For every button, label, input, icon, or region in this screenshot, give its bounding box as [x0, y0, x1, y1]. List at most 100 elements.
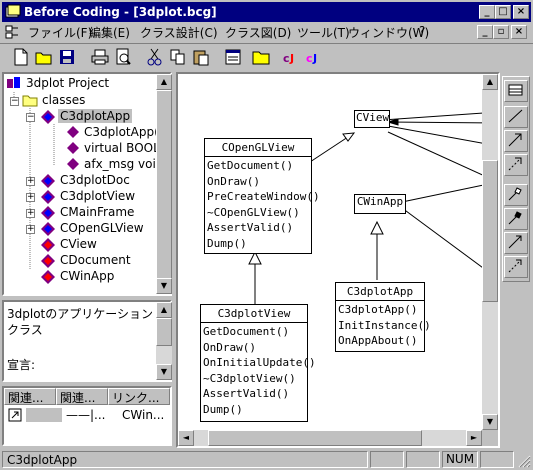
copy-button[interactable]	[167, 46, 189, 68]
uml-class-c3dplotapp[interactable]: C3dplotApp C3dplotApp() InitInstance() O…	[335, 282, 431, 352]
collapse-toggle[interactable]: −	[10, 97, 19, 106]
mdi-minimize-button[interactable]: _	[477, 25, 493, 39]
expand-toggle[interactable]: +	[26, 225, 35, 234]
menu-help[interactable]: ?	[419, 24, 425, 38]
menu-tools[interactable]: ツール(T)	[297, 24, 350, 41]
scroll-thumb[interactable]	[156, 318, 172, 346]
description-panel[interactable]: 3dplotのアプリケーションクラス 宣言: ▲ ▼	[2, 300, 172, 382]
member-icon	[67, 126, 79, 138]
dependency-tool[interactable]	[504, 256, 528, 278]
menu-file[interactable]: ファイル(F)	[28, 24, 92, 41]
svg-text:c: c	[283, 52, 290, 65]
table-row[interactable]: ——|... CWin...	[4, 407, 170, 423]
title-bar[interactable]: Before Coding - [3dplot.bcg] _ □ ×	[2, 2, 531, 22]
scroll-right-button[interactable]: ►	[466, 430, 482, 446]
uml-operation: OnAppAbout()	[338, 334, 418, 347]
uml-class-cwinapp[interactable]: CWinApp	[354, 194, 406, 214]
print-button[interactable]	[89, 46, 111, 68]
menu-window[interactable]: ウィンドウ(W)	[348, 24, 429, 41]
app-icon[interactable]	[5, 4, 21, 20]
navigable-arrow-tool[interactable]	[504, 232, 528, 254]
menu-class-diagram[interactable]: クラス図(D)	[225, 24, 291, 41]
scroll-thumb[interactable]	[208, 430, 422, 446]
line-icon	[508, 109, 523, 123]
maximize-button[interactable]: □	[495, 5, 511, 19]
tree-class-item[interactable]: C3dplotView	[60, 189, 135, 203]
tree-member[interactable]: afx_msg void	[84, 157, 163, 171]
open-button[interactable]	[33, 46, 55, 68]
scroll-thumb[interactable]	[482, 160, 498, 302]
scroll-thumb[interactable]	[156, 90, 172, 280]
uml-operation: Dump()	[207, 236, 247, 250]
scissors-icon	[147, 48, 162, 66]
arrow-tool[interactable]	[504, 130, 528, 152]
scroll-up-button[interactable]: ▲	[156, 74, 172, 90]
tree-class-item[interactable]: COpenGLView	[60, 221, 144, 235]
relations-header-3[interactable]: リンク...	[108, 388, 170, 405]
tree-scrollbar[interactable]: ▲ ▼	[156, 74, 172, 294]
resize-grip-icon[interactable]	[517, 454, 531, 468]
line-tool[interactable]	[504, 106, 528, 128]
folder-button[interactable]	[250, 46, 272, 68]
class-j-button[interactable]: cJ	[303, 46, 325, 68]
diagram-vertical-scrollbar[interactable]: ▲ ▼	[482, 74, 498, 430]
save-button[interactable]	[56, 46, 78, 68]
document-icon[interactable]	[4, 24, 20, 40]
uml-class-name: C3dplotApp	[336, 283, 424, 301]
paste-button[interactable]	[190, 46, 212, 68]
tree-member[interactable]: virtual BOOL	[84, 141, 160, 155]
tree-class-item[interactable]: CDocument	[60, 253, 131, 267]
composition-tool[interactable]	[504, 208, 528, 230]
tree-classes-folder[interactable]: classes	[42, 93, 85, 107]
uml-class-cview[interactable]: CView	[354, 110, 390, 128]
tree-class-item[interactable]: CView	[60, 237, 97, 251]
tree-selected-class[interactable]: C3dplotApp	[58, 109, 133, 123]
dashed-arrow-tool[interactable]	[504, 154, 528, 176]
scroll-down-button[interactable]: ▼	[482, 414, 498, 430]
expand-toggle[interactable]: +	[26, 209, 35, 218]
menu-edit[interactable]: 編集(E)	[89, 24, 130, 41]
aggregation-tool[interactable]	[504, 184, 528, 206]
scroll-left-button[interactable]: ◄	[178, 430, 194, 446]
uml-class-c3dplotview[interactable]: C3dplotView GetDocument() OnDraw() OnIni…	[200, 304, 316, 422]
uml-class-name: COpenGLView	[205, 139, 311, 157]
scroll-up-button[interactable]: ▲	[482, 74, 498, 90]
expand-toggle[interactable]: +	[26, 177, 35, 186]
mdi-close-button[interactable]: ×	[511, 25, 527, 39]
diagram-canvas[interactable]: CView CWinApp COpenGLView GetDocument() …	[176, 72, 500, 448]
description-scrollbar[interactable]: ▲ ▼	[156, 302, 172, 380]
description-text: 3dplotのアプリケーションクラス	[7, 307, 154, 337]
minimize-button[interactable]: _	[479, 5, 495, 19]
cut-button[interactable]	[144, 46, 166, 68]
close-button[interactable]: ×	[513, 5, 529, 19]
menu-class-design[interactable]: クラス設計(C)	[140, 24, 218, 41]
uml-class-name: C3dplotView	[201, 305, 307, 323]
class-tree[interactable]: 3dplot Project − classes − C3dplotApp C3…	[2, 72, 172, 296]
class-box-tool[interactable]	[504, 80, 528, 102]
class-icon	[41, 238, 55, 252]
printer-icon	[91, 49, 109, 65]
relations-header-1[interactable]: 関連...	[4, 388, 56, 405]
relations-header-2[interactable]: 関連...	[56, 388, 108, 405]
mdi-restore-button[interactable]: ▫	[493, 25, 509, 39]
tree-class-item[interactable]: CWinApp	[60, 269, 114, 283]
relations-list[interactable]: 関連... 関連... リンク... ——|... CWin...	[2, 386, 172, 446]
uml-class-copenglview[interactable]: COpenGLView GetDocument() OnDraw() PreCr…	[204, 138, 320, 254]
class-icon	[41, 190, 55, 204]
class-c-button[interactable]: cJ	[280, 46, 302, 68]
new-button[interactable]	[10, 46, 32, 68]
tree-class-item[interactable]: C3dplotDoc	[60, 173, 130, 187]
collapse-toggle[interactable]: −	[26, 113, 35, 122]
tree-class-item[interactable]: CMainFrame	[60, 205, 134, 219]
scroll-up-button[interactable]: ▲	[156, 302, 172, 318]
tree-root-label[interactable]: 3dplot Project	[26, 76, 109, 90]
expand-toggle[interactable]: +	[26, 193, 35, 202]
scroll-corner	[482, 430, 498, 446]
uml-operation: OnDraw()	[203, 340, 256, 354]
scroll-down-button[interactable]: ▼	[156, 364, 172, 380]
print-preview-button[interactable]	[112, 46, 134, 68]
tree-member[interactable]: C3dplotApp()	[84, 125, 163, 139]
window-button[interactable]	[222, 46, 244, 68]
diagram-horizontal-scrollbar[interactable]: ◄ ►	[178, 430, 482, 446]
scroll-down-button[interactable]: ▼	[156, 278, 172, 294]
